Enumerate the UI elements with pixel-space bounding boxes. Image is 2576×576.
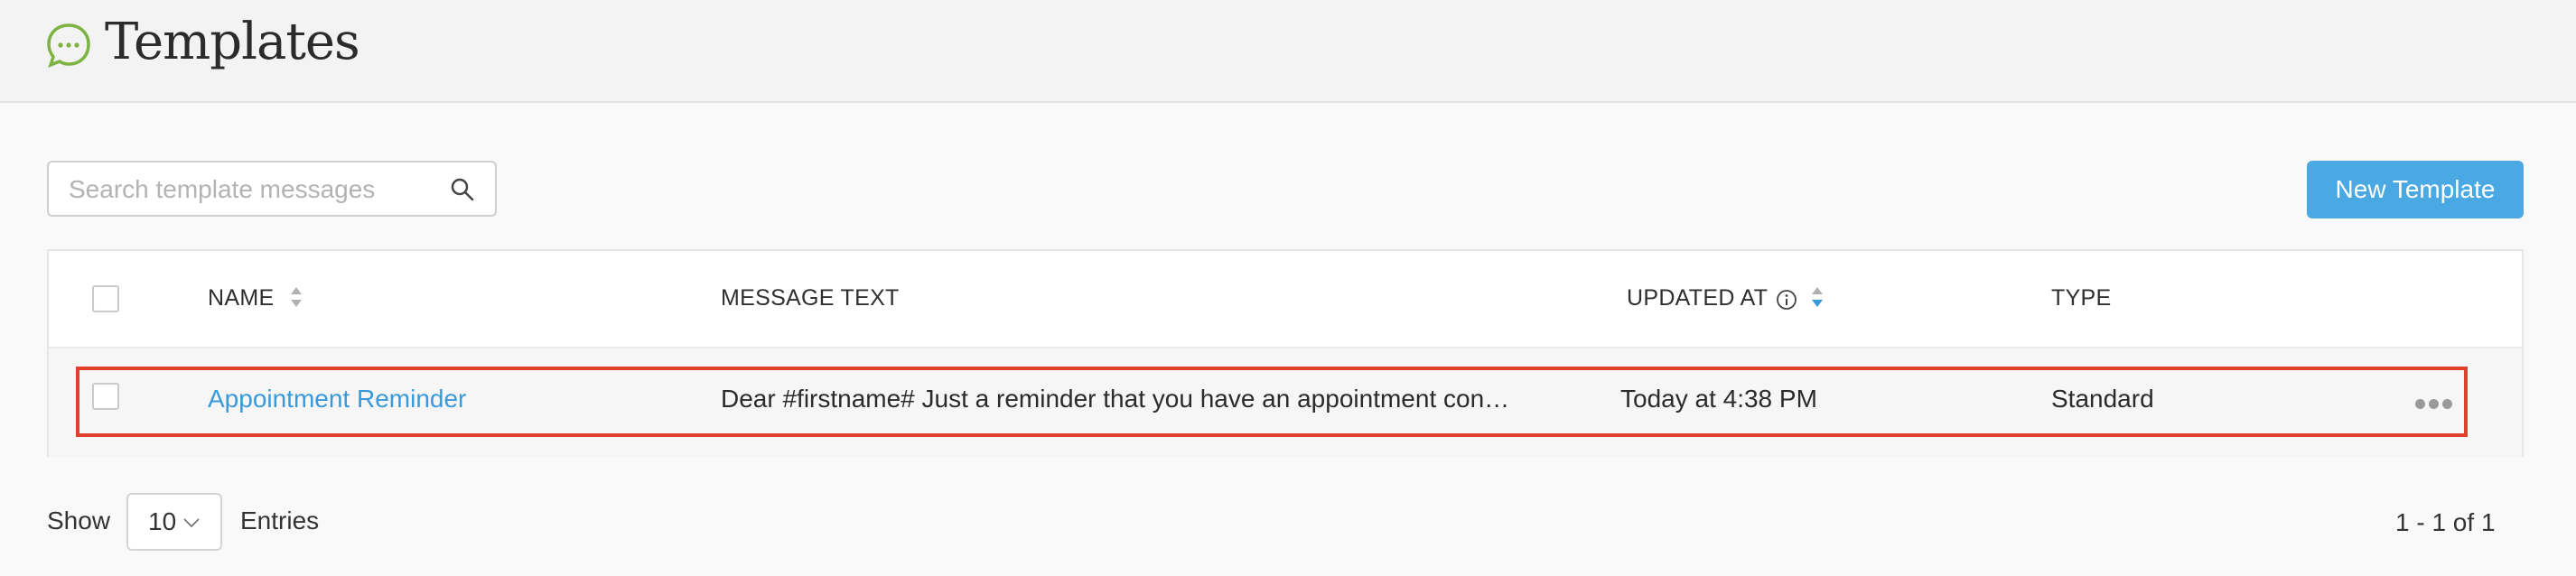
info-icon[interactable] <box>1776 289 1797 311</box>
new-template-button[interactable]: New Template <box>2307 161 2524 218</box>
page-size-select[interactable]: 10 <box>126 493 222 551</box>
column-header-type: TYPE <box>2051 285 2112 311</box>
search-input[interactable] <box>67 163 459 217</box>
column-header-updated[interactable]: UPDATED AT <box>1627 285 1768 311</box>
search-icon[interactable] <box>450 177 475 202</box>
search-box[interactable] <box>47 161 497 217</box>
chat-bubble-icon <box>47 23 90 69</box>
entries-label: Entries <box>240 506 320 534</box>
page-size-value: 10 <box>148 507 177 535</box>
templates-table: NAME MESSAGE TEXT UPDATED AT TYPE Appoin… <box>47 249 2524 457</box>
template-name-link[interactable]: Appointment Reminder <box>208 385 466 413</box>
sort-descending-icon[interactable] <box>1809 283 1825 311</box>
chevron-down-icon <box>183 518 200 528</box>
column-header-message: MESSAGE TEXT <box>721 285 900 311</box>
more-options-icon[interactable] <box>2415 397 2456 413</box>
show-label: Show <box>47 506 111 534</box>
select-all-checkbox[interactable] <box>92 285 119 312</box>
updated-at: Today at 4:38 PM <box>1620 385 1817 413</box>
sort-icon[interactable] <box>288 283 304 311</box>
template-type: Standard <box>2051 385 2154 413</box>
table-row[interactable]: Appointment Reminder Dear #firstname# Ju… <box>49 348 2522 457</box>
page-header: Templates <box>0 0 2576 103</box>
table-header: NAME MESSAGE TEXT UPDATED AT TYPE <box>49 251 2522 348</box>
column-header-name[interactable]: NAME <box>208 285 274 311</box>
row-checkbox[interactable] <box>92 383 119 410</box>
page-title: Templates <box>105 13 360 71</box>
message-text: Dear #firstname# Just a reminder that yo… <box>721 385 1516 413</box>
pagination-info: 1 - 1 of 1 <box>2395 508 2496 536</box>
